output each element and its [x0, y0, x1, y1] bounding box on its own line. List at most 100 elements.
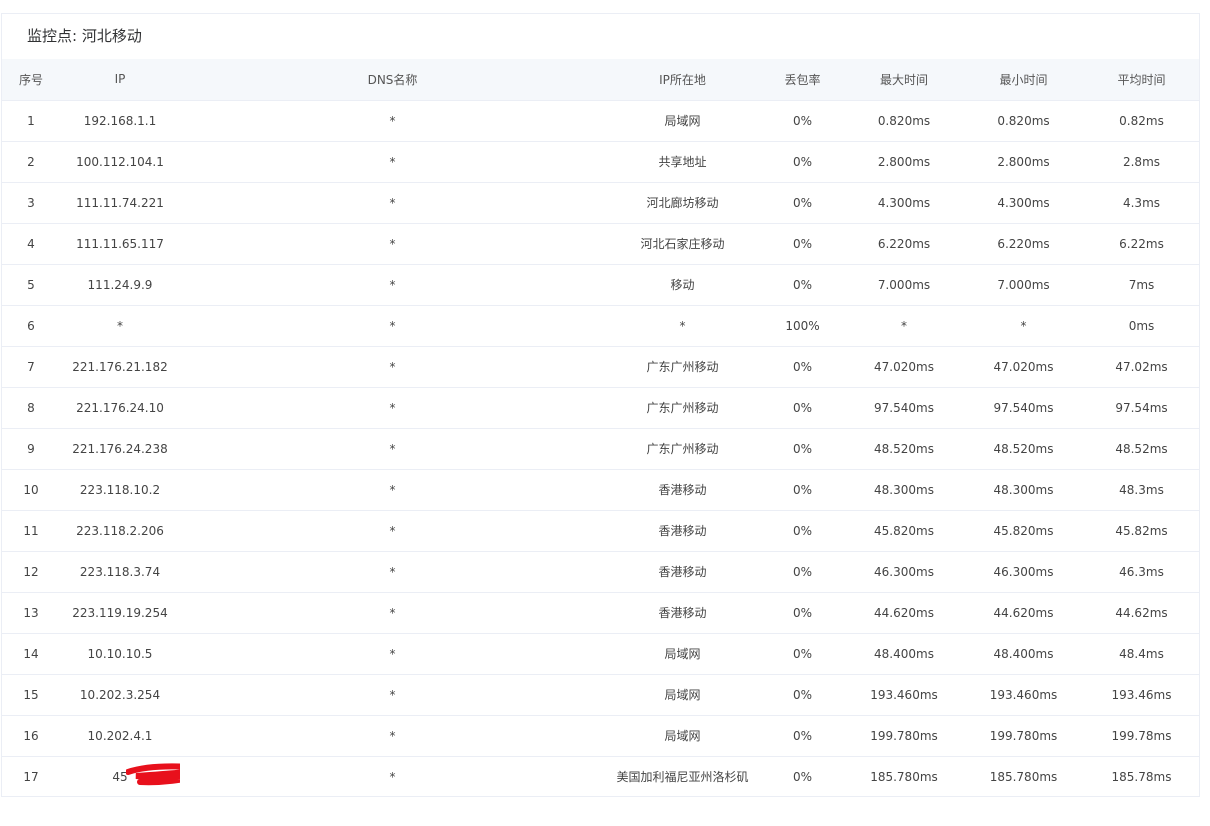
cell-dns: *	[389, 564, 396, 579]
cell-location: *	[679, 318, 686, 333]
cell-loss: 0%	[792, 359, 813, 374]
cell-loss: 100%	[785, 318, 820, 333]
col-header-dns: DNS名称	[367, 72, 418, 87]
cell-index: 15	[23, 687, 39, 702]
table-row: 2 100.112.104.1 * 共享地址 0% 2.800ms 2.800ms 2.8ms	[2, 141, 1199, 182]
cell-location: 局域网	[664, 647, 701, 661]
table-row: 11 223.118.2.206 * 香港移动 0% 45.820ms 45.820ms 45…	[2, 510, 1199, 551]
cell-loss: 0%	[792, 113, 813, 128]
cell-dns: *	[389, 277, 396, 292]
cell-min-time: 48.300ms	[993, 482, 1054, 497]
table-row: 10 223.118.10.2 * 香港移动 0% 48.300ms 48.300ms 48.…	[2, 469, 1199, 510]
cell-dns: *	[389, 523, 396, 538]
cell-min-time: 48.400ms	[993, 646, 1054, 661]
cell-min-time: 2.800ms	[997, 154, 1050, 169]
cell-ip: 192.168.1.1	[83, 113, 157, 128]
table-row: 8 221.176.24.10 * 广东广州移动 0% 97.540ms 97.540ms 9…	[2, 387, 1199, 428]
cell-max-time: 4.300ms	[877, 195, 931, 210]
cell-min-time: 6.220ms	[997, 236, 1050, 251]
table-row: 6 * * * 100% * * 0ms	[2, 305, 1199, 346]
table-row: 12 223.118.3.74 * 香港移动 0% 46.300ms 46.300ms 46.…	[2, 551, 1199, 592]
monitor-panel: 监控点: 河北移动 序号 IP DNS名称 IP所在地 丢包率 最大时间 最小时…	[1, 13, 1200, 797]
cell-loss: 0%	[792, 728, 813, 743]
cell-index: 16	[23, 728, 39, 743]
cell-max-time: *	[901, 318, 907, 333]
cell-min-time: 185.780ms	[989, 769, 1058, 784]
cell-location: 共享地址	[658, 155, 707, 169]
table-row: 5 111.24.9.9 * 移动 0% 7.000ms 7.000ms 7ms	[2, 264, 1199, 305]
redaction-scribble	[126, 763, 180, 785]
cell-max-time: 7.000ms	[877, 277, 931, 292]
cell-avg-time: 48.4ms	[1119, 646, 1164, 661]
cell-min-time: 193.460ms	[989, 687, 1058, 702]
col-header-location: IP所在地	[659, 72, 706, 87]
cell-location: 河北石家庄移动	[640, 237, 725, 251]
cell-max-time: 2.800ms	[877, 154, 931, 169]
cell-dns: *	[389, 195, 396, 210]
cell-min-time: 45.820ms	[993, 523, 1054, 538]
cell-location: 河北廊坊移动	[646, 196, 719, 210]
panel-title: 监控点: 河北移动	[27, 27, 142, 45]
cell-avg-time: 0ms	[1128, 318, 1155, 333]
cell-max-time: 48.400ms	[874, 646, 934, 661]
cell-loss: 0%	[792, 441, 813, 456]
cell-avg-time: 48.3ms	[1119, 482, 1164, 497]
cell-avg-time: 44.62ms	[1115, 605, 1168, 620]
cell-ip: 111.11.65.117	[76, 236, 164, 251]
cell-avg-time: 0.82ms	[1119, 113, 1164, 128]
cell-avg-time: 46.3ms	[1119, 564, 1164, 579]
cell-index: 12	[23, 564, 39, 579]
cell-avg-time: 97.54ms	[1115, 400, 1168, 415]
cell-dns: *	[389, 113, 396, 128]
cell-loss: 0%	[792, 195, 813, 210]
cell-index: 6	[27, 318, 35, 333]
col-header-avg: 平均时间	[1117, 72, 1166, 87]
ip-text: 45	[112, 769, 128, 784]
cell-dns: *	[389, 154, 396, 169]
cell-location: 香港移动	[658, 606, 707, 620]
cell-avg-time: 4.3ms	[1122, 195, 1161, 210]
cell-loss: 0%	[792, 236, 813, 251]
cell-ip: 221.176.21.182	[72, 359, 168, 374]
cell-avg-time: 199.78ms	[1111, 728, 1172, 743]
cell-index: 10	[23, 482, 39, 497]
table-row: 3 111.11.74.221 * 河北廊坊移动 0% 4.300ms 4.300ms 4.3…	[2, 182, 1199, 223]
cell-location: 局域网	[664, 688, 701, 702]
table-row: 15 10.202.3.254 * 局域网 0% 193.460ms 193.460ms 19…	[2, 674, 1199, 715]
cell-loss: 0%	[792, 769, 813, 784]
cell-max-time: 199.780ms	[870, 728, 938, 743]
col-header-ip: IP	[114, 72, 126, 87]
cell-min-time: 46.300ms	[993, 564, 1054, 579]
cell-loss: 0%	[792, 605, 813, 620]
cell-min-time: 7.000ms	[997, 277, 1050, 292]
col-header-index: 序号	[18, 72, 43, 87]
cell-loss: 0%	[792, 400, 813, 415]
cell-ip: 221.176.24.238	[72, 441, 168, 456]
cell-loss: 0%	[792, 482, 813, 497]
cell-location: 香港移动	[658, 483, 707, 497]
cell-dns: *	[389, 769, 396, 784]
cell-ip: 111.11.74.221	[76, 195, 164, 210]
cell-location: 广东广州移动	[646, 360, 719, 374]
cell-index: 11	[23, 523, 39, 538]
cell-min-time: 4.300ms	[997, 195, 1050, 210]
cell-loss: 0%	[792, 687, 813, 702]
cell-loss: 0%	[792, 154, 813, 169]
cell-max-time: 47.020ms	[874, 359, 934, 374]
cell-max-time: 193.460ms	[870, 687, 938, 702]
cell-loss: 0%	[792, 523, 813, 538]
cell-dns: *	[389, 728, 396, 743]
cell-min-time: 0.820ms	[997, 113, 1050, 128]
cell-avg-time: 47.02ms	[1115, 359, 1168, 374]
cell-index: 1	[27, 113, 35, 128]
cell-index: 7	[27, 359, 35, 374]
cell-ip: 10.10.10.5	[87, 646, 153, 661]
cell-location: 香港移动	[658, 565, 707, 579]
cell-location: 美国加利福尼亚州洛杉矶	[616, 770, 749, 785]
cell-max-time: 0.820ms	[877, 113, 931, 128]
cell-ip: 100.112.104.1	[76, 154, 164, 169]
cell-ip: 223.118.3.74	[79, 564, 161, 579]
cell-ip: 221.176.24.10	[76, 400, 164, 415]
cell-location: 移动	[670, 278, 695, 292]
cell-index: 17	[23, 769, 39, 784]
